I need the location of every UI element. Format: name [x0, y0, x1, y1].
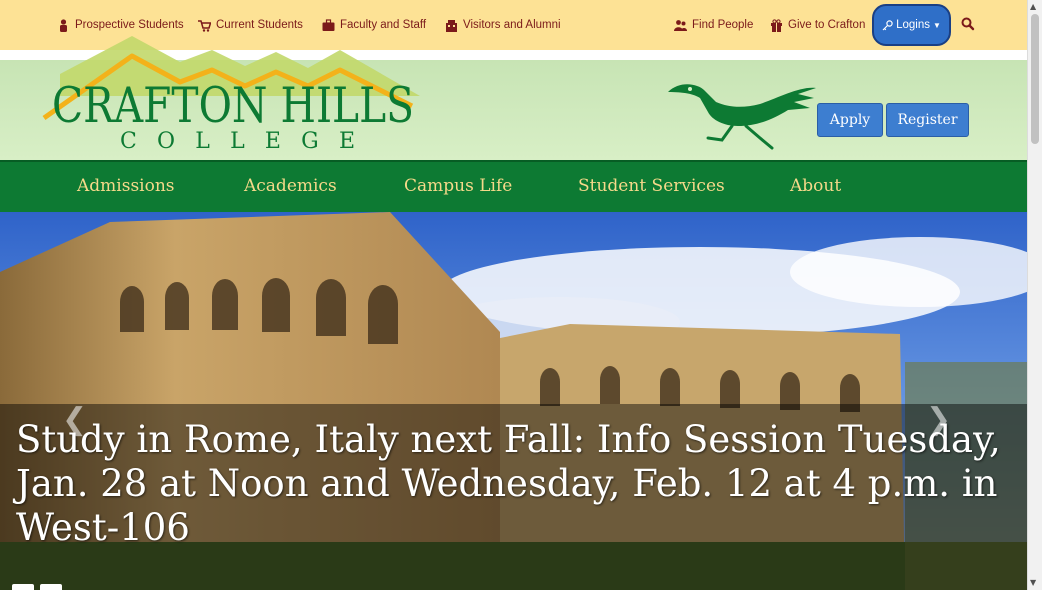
scroll-up-icon[interactable]: ▲ — [1030, 2, 1036, 11]
logins-dropdown-button[interactable]: Logins ▼ — [872, 4, 951, 46]
carousel-indicator[interactable] — [12, 584, 34, 590]
scrollbar-thumb[interactable] — [1031, 14, 1039, 144]
crafton-hills-logo[interactable]: CRAFTON HILLS COLLEGE — [40, 36, 420, 154]
link-give-to-crafton[interactable]: Give to Crafton — [770, 17, 865, 33]
link-label: Prospective Students — [75, 19, 184, 31]
hero-carousel: Study in Rome, Italy next Fall: Info Ses… — [0, 212, 1027, 590]
logo-line1: CRAFTON HILLS — [52, 77, 414, 134]
nav-item-about[interactable]: About — [790, 176, 841, 196]
nav-item-admissions[interactable]: Admissions — [77, 176, 175, 196]
main-navigation: Admissions Academics Campus Life Student… — [0, 160, 1027, 212]
apply-button[interactable]: Apply — [817, 103, 883, 137]
link-visitors-alumni[interactable]: Visitors and Alumni — [445, 17, 561, 33]
scroll-down-icon[interactable]: ▼ — [1030, 578, 1036, 587]
page-scrollbar[interactable]: ▲ ▼ — [1027, 0, 1042, 590]
carousel-indicator[interactable] — [40, 584, 62, 590]
student-icon — [60, 18, 67, 32]
search-icon[interactable] — [960, 16, 976, 32]
cart-icon — [198, 19, 211, 32]
key-icon — [882, 19, 893, 30]
link-label: Find People — [692, 19, 754, 31]
slide-caption[interactable]: Study in Rome, Italy next Fall: Info Ses… — [16, 418, 1016, 550]
link-label: Visitors and Alumni — [463, 19, 561, 31]
link-prospective-students[interactable]: Prospective Students — [57, 17, 184, 33]
link-label: Faculty and Staff — [340, 19, 427, 31]
chevron-left-icon[interactable]: ❮ — [62, 402, 87, 437]
nav-item-campus-life[interactable]: Campus Life — [404, 176, 512, 196]
link-find-people[interactable]: Find People — [674, 17, 753, 33]
chevron-right-icon[interactable]: ❯ — [926, 402, 951, 437]
caret-down-icon: ▼ — [932, 20, 941, 30]
link-current-students[interactable]: Current Students — [198, 17, 303, 33]
briefcase-icon — [322, 18, 335, 31]
register-button[interactable]: Register — [886, 103, 969, 137]
building-icon — [446, 19, 457, 32]
link-faculty-staff[interactable]: Faculty and Staff — [322, 17, 426, 33]
gift-icon — [771, 18, 782, 32]
link-label: Current Students — [216, 19, 303, 31]
link-label: Give to Crafton — [788, 19, 866, 31]
people-icon — [674, 19, 687, 31]
nav-item-student-services[interactable]: Student Services — [578, 176, 725, 196]
logins-label: Logins — [896, 19, 930, 31]
roadrunner-mascot-icon — [668, 84, 816, 150]
nav-item-academics[interactable]: Academics — [244, 176, 337, 196]
